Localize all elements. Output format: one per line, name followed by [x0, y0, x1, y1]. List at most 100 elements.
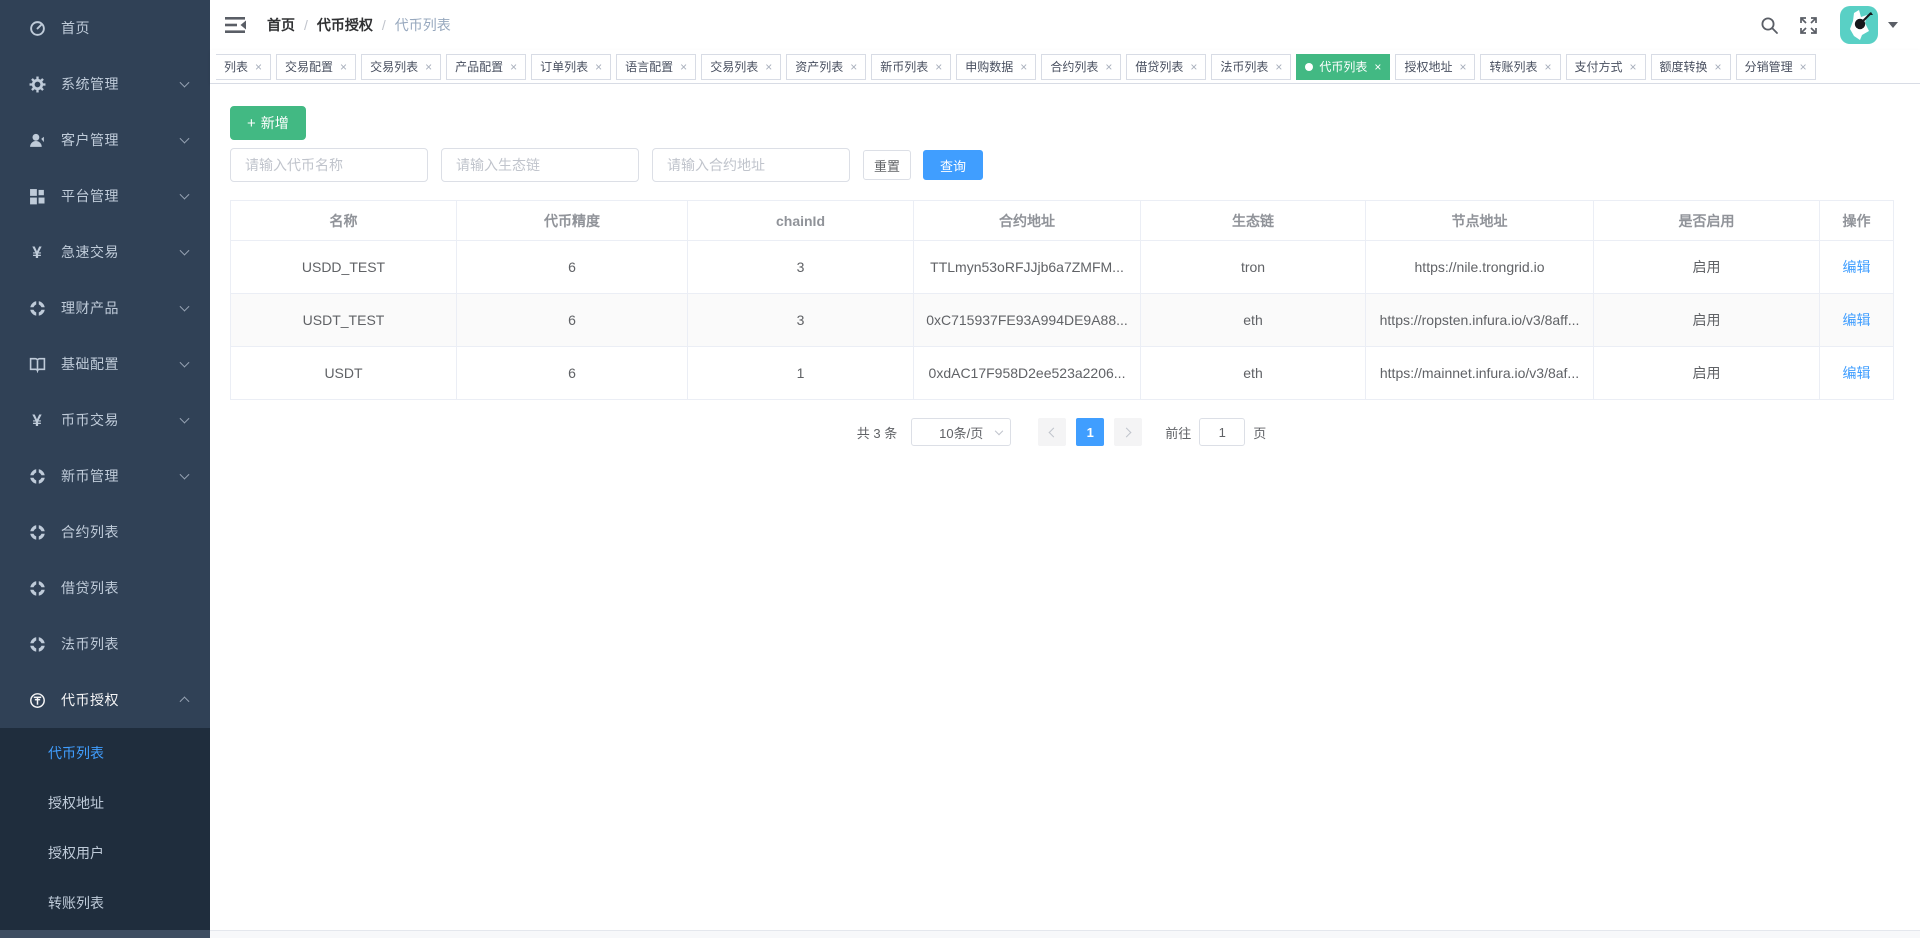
sidebar-item-1[interactable]: 系统管理	[0, 56, 210, 112]
goto-page-input[interactable]	[1199, 418, 1245, 446]
close-icon[interactable]: ×	[1800, 61, 1807, 73]
pagination: 共 3 条 10条/页 1 前往 页	[230, 418, 1893, 446]
yen-icon: ¥	[25, 411, 49, 429]
close-icon[interactable]: ×	[255, 61, 262, 73]
breadcrumb-home[interactable]: 首页	[267, 15, 295, 35]
sidebar-item-7[interactable]: ¥币币交易	[0, 392, 210, 448]
tab-7[interactable]: 资产列表×	[786, 54, 866, 80]
chevron-down-icon	[180, 190, 190, 200]
edit-link[interactable]: 编辑	[1843, 365, 1871, 381]
sidebar-item-11[interactable]: 法币列表	[0, 616, 210, 672]
scrollbar-sidebar-segment	[0, 930, 210, 938]
table-cell: eth	[1141, 347, 1366, 400]
sidebar-item-10[interactable]: 借贷列表	[0, 560, 210, 616]
close-icon[interactable]: ×	[1275, 61, 1282, 73]
sidebar-item-label: 系统管理	[61, 74, 119, 94]
close-icon[interactable]: ×	[340, 61, 347, 73]
tab-12[interactable]: 法币列表×	[1211, 54, 1291, 80]
tab-18[interactable]: 分销管理×	[1736, 54, 1816, 80]
sidebar-item-8[interactable]: 新币管理	[0, 448, 210, 504]
tab-11[interactable]: 借贷列表×	[1126, 54, 1206, 80]
book-icon	[25, 355, 49, 373]
close-icon[interactable]: ×	[1105, 61, 1112, 73]
chevron-down-icon	[180, 246, 190, 256]
chevron-down-icon	[180, 414, 190, 424]
close-icon[interactable]: ×	[680, 61, 687, 73]
chevron-down-icon[interactable]	[1888, 22, 1898, 28]
sidebar-item-5[interactable]: 理财产品	[0, 280, 210, 336]
add-button[interactable]: +新增	[230, 106, 306, 140]
sidebar-item-6[interactable]: 基础配置	[0, 336, 210, 392]
page-size-select[interactable]: 10条/页	[911, 418, 1011, 446]
search-button[interactable]: 查询	[923, 150, 983, 180]
table-cell: 编辑	[1820, 294, 1894, 347]
search-icon[interactable]	[1760, 16, 1779, 35]
tab-4[interactable]: 订单列表×	[531, 54, 611, 80]
close-icon[interactable]: ×	[850, 61, 857, 73]
close-icon[interactable]: ×	[1459, 61, 1466, 73]
page-number-1[interactable]: 1	[1076, 418, 1104, 446]
fullscreen-icon[interactable]	[1799, 16, 1818, 35]
close-icon[interactable]: ×	[1374, 61, 1381, 73]
tab-10[interactable]: 合约列表 ×	[1041, 54, 1121, 80]
tab-2[interactable]: 交易列表×	[361, 54, 441, 80]
tab-label: 合约列表	[1050, 58, 1098, 75]
contract-address-input[interactable]	[652, 148, 850, 182]
chevron-left-icon	[1049, 427, 1059, 437]
tab-9[interactable]: 申购数据×	[956, 54, 1036, 80]
sidebar-item-3[interactable]: 平台管理	[0, 168, 210, 224]
sidebar-collapse-icon[interactable]	[225, 15, 249, 35]
chevron-down-icon	[995, 427, 1003, 435]
close-icon[interactable]: ×	[425, 61, 432, 73]
token-name-input[interactable]	[230, 148, 428, 182]
tab-8[interactable]: 新币列表×	[871, 54, 951, 80]
tab-15[interactable]: 转账列表 ×	[1480, 54, 1560, 80]
close-icon[interactable]: ×	[510, 61, 517, 73]
sidebar-subitem-2[interactable]: 授权用户	[0, 828, 210, 878]
sidebar-item-0[interactable]: 首页	[0, 0, 210, 56]
active-tab-dot	[1305, 63, 1313, 71]
eco-chain-input[interactable]	[441, 148, 639, 182]
close-icon[interactable]: ×	[935, 61, 942, 73]
tab-label: 转账列表	[1489, 58, 1537, 75]
sidebar-item-12[interactable]: 代币授权	[0, 672, 210, 728]
sidebar-subitem-0[interactable]: 代币列表	[0, 728, 210, 778]
tab-13[interactable]: 代币列表×	[1296, 54, 1390, 80]
table-cell: https://mainnet.infura.io/v3/8af...	[1366, 347, 1594, 400]
sidebar-subitem-1[interactable]: 授权地址	[0, 778, 210, 828]
close-icon[interactable]: ×	[1544, 61, 1551, 73]
tab-1[interactable]: 交易配置 ×	[276, 54, 356, 80]
tab-5[interactable]: 语言配置×	[616, 54, 696, 80]
reset-button[interactable]: 重置	[863, 150, 911, 180]
page-unit-label: 页	[1253, 423, 1266, 442]
close-icon[interactable]: ×	[765, 61, 772, 73]
close-icon[interactable]: ×	[1715, 61, 1722, 73]
table-cell: 3	[688, 294, 914, 347]
tab-6[interactable]: 交易列表×	[701, 54, 781, 80]
prev-page-button[interactable]	[1038, 418, 1066, 446]
edit-link[interactable]: 编辑	[1843, 312, 1871, 328]
tab-0[interactable]: 列表×	[216, 54, 271, 80]
tab-label: 交易配置	[285, 58, 333, 75]
avatar[interactable]	[1840, 6, 1878, 44]
close-icon[interactable]: ×	[595, 61, 602, 73]
table-header-cell: 是否启用	[1594, 201, 1820, 241]
edit-link[interactable]: 编辑	[1843, 259, 1871, 275]
sidebar-subitem-3[interactable]: 转账列表	[0, 878, 210, 928]
next-page-button[interactable]	[1114, 418, 1142, 446]
tab-17[interactable]: 额度转换×	[1651, 54, 1731, 80]
sidebar-item-label: 合约列表	[61, 522, 119, 542]
sidebar-item-4[interactable]: ¥急速交易	[0, 224, 210, 280]
tab-14[interactable]: 授权地址×	[1395, 54, 1475, 80]
tab-16[interactable]: 支付方式×	[1566, 54, 1646, 80]
breadcrumb-parent[interactable]: 代币授权	[317, 15, 373, 35]
close-icon[interactable]: ×	[1020, 61, 1027, 73]
table-header-row: 名称代币精度chainId合约地址生态链节点地址是否启用操作	[231, 201, 1894, 241]
table-row-1: USDT_TEST630xC715937FE93A994DE9A88...eth…	[231, 294, 1894, 347]
horizontal-scrollbar[interactable]	[0, 930, 1920, 938]
close-icon[interactable]: ×	[1190, 61, 1197, 73]
tab-3[interactable]: 产品配置×	[446, 54, 526, 80]
close-icon[interactable]: ×	[1630, 61, 1637, 73]
sidebar-item-9[interactable]: 合约列表	[0, 504, 210, 560]
sidebar-item-2[interactable]: 客户管理	[0, 112, 210, 168]
